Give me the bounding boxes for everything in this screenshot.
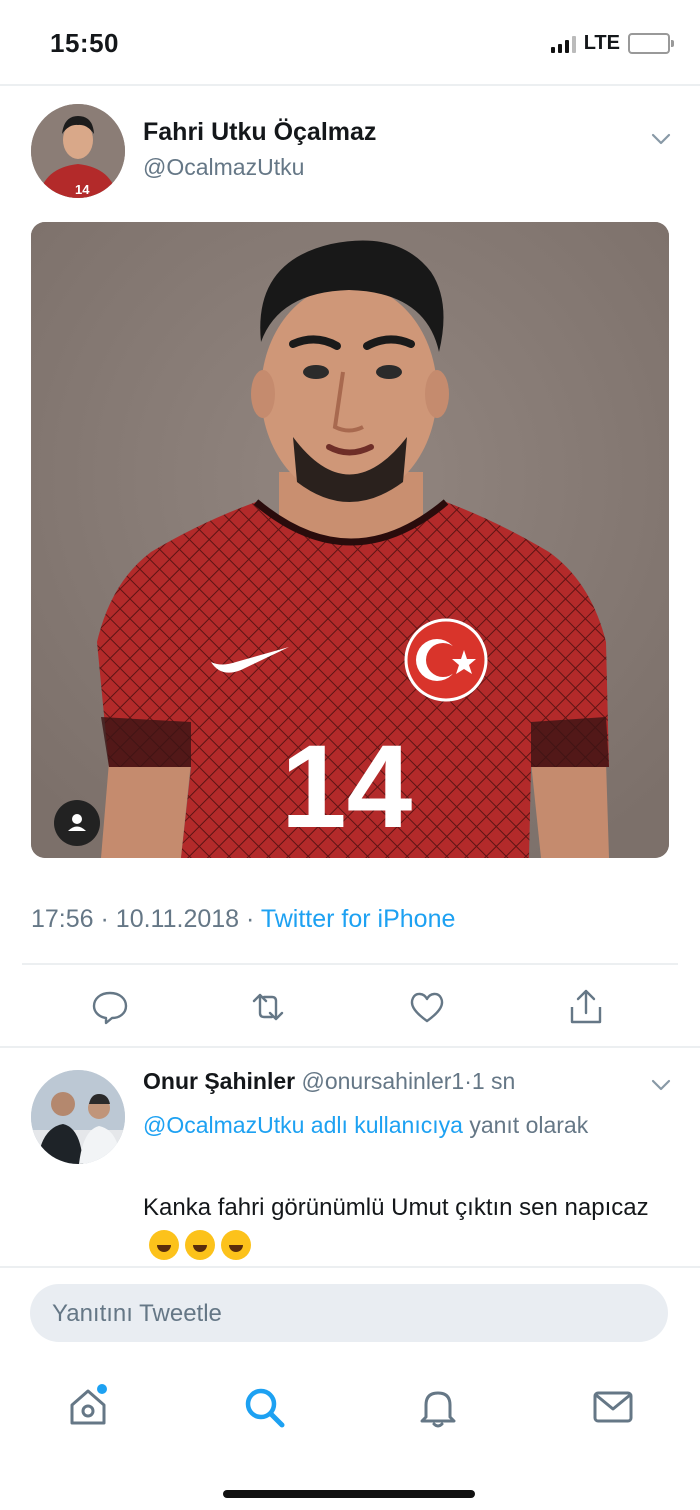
author-avatar[interactable]: 14: [31, 104, 125, 198]
network-type: LTE: [583, 32, 620, 54]
replying-to: @OcalmazUtku adlı kullanıcıya yanıt olar…: [143, 1106, 613, 1144]
compose-placeholder: Yanıtını Tweetle: [52, 1300, 222, 1327]
player-photo: 14: [31, 222, 669, 858]
chevron-down-icon[interactable]: [650, 128, 672, 150]
reply-compose-field[interactable]: Yanıtını Tweetle: [30, 1284, 668, 1342]
status-indicators: LTE: [550, 32, 674, 55]
reply-text: Kanka fahri görünümlü Umut çıktın sen na…: [143, 1190, 663, 1262]
svg-text:14: 14: [75, 182, 90, 197]
status-time: 15:50: [50, 28, 119, 58]
home-indicator[interactable]: [223, 1490, 475, 1498]
tweet-date: 10.11.2018: [115, 905, 240, 933]
divider: [22, 963, 678, 965]
tweet-source-link[interactable]: Twitter for iPhone: [261, 905, 456, 933]
like-icon[interactable]: [405, 985, 449, 1029]
reply-body: Kanka fahri görünümlü Umut çıktın sen na…: [143, 1194, 649, 1221]
reply-time: 1 sn: [471, 1068, 516, 1094]
signal-icon: [550, 35, 576, 53]
laughing-emoji-icon: [149, 1229, 179, 1260]
tweet-time: 17:56: [31, 905, 94, 933]
divider: [0, 1046, 700, 1048]
author-handle[interactable]: @OcalmazUtku: [143, 154, 304, 181]
notifications-icon[interactable]: [414, 1383, 462, 1431]
reply-mention-link[interactable]: @OcalmazUtku adlı kullanıcıya: [143, 1112, 463, 1138]
laughing-emoji-icon: [221, 1229, 251, 1260]
laughing-emoji-icon: [185, 1229, 215, 1260]
search-icon[interactable]: [240, 1383, 288, 1431]
tweet-image[interactable]: 14: [31, 222, 669, 858]
tweet-meta: 17:56 · 10.11.2018 · Twitter for iPhone: [31, 905, 455, 934]
status-bar: 15:50 LTE: [0, 0, 700, 84]
reply-author-avatar[interactable]: [31, 1070, 125, 1164]
reply-suffix: yanıt olarak: [469, 1112, 589, 1138]
jersey-number: 14: [281, 721, 412, 853]
home-icon[interactable]: [64, 1383, 112, 1431]
retweet-icon[interactable]: [246, 985, 290, 1029]
reply-icon[interactable]: [88, 985, 132, 1029]
meta-separator: ·: [100, 905, 109, 933]
reply-author-handle[interactable]: @onursahinler1: [301, 1068, 464, 1094]
battery-icon: [628, 33, 674, 54]
chevron-down-icon[interactable]: [650, 1074, 672, 1096]
author-name[interactable]: Fahri Utku Öçalmaz: [143, 118, 376, 147]
meta-separator: ·: [246, 905, 255, 933]
reply-author-name[interactable]: Onur Şahinler: [143, 1068, 295, 1094]
divider: [0, 1266, 700, 1268]
meta-separator: ·: [464, 1068, 472, 1094]
messages-icon[interactable]: [589, 1383, 637, 1431]
share-icon[interactable]: [564, 985, 608, 1029]
tagged-user-icon[interactable]: [54, 800, 100, 846]
reply-header: Onur Şahinler @onursahinler1·1 sn: [143, 1068, 515, 1095]
divider: [0, 84, 700, 86]
